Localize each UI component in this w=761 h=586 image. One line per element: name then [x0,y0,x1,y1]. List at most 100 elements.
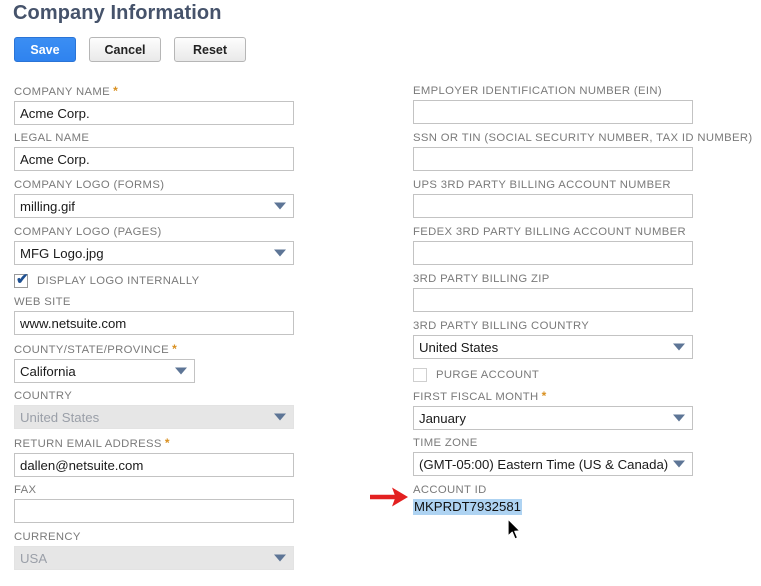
field-label-ups-3rd-party-billing-account-number: UPS 3RD PARTY BILLING ACCOUNT NUMBER [413,178,693,192]
checkbox-label-display-logo-internally: DISPLAY LOGO INTERNALLY [37,275,200,287]
chevron-down-icon[interactable] [274,249,286,257]
input-return-email-address[interactable]: dallen@netsuite.com [14,453,294,477]
select-company-logo-forms[interactable]: milling.gif [14,194,294,218]
field-value-company-logo-forms: milling.gif [20,198,75,214]
field-label-company-name: COMPANY NAME * [14,84,294,99]
form-field-fedex-3rd-party-billing-account-number: FEDEX 3RD PARTY BILLING ACCOUNT NUMBER [413,225,693,265]
field-value-return-email-address: dallen@netsuite.com [20,457,144,473]
field-label-text: COMPANY LOGO (PAGES) [14,226,162,238]
select-currency: USA [14,546,294,570]
field-label-county-state-province: COUNTY/STATE/PROVINCE * [14,342,195,357]
field-label-3rd-party-billing-zip: 3RD PARTY BILLING ZIP [413,272,693,286]
field-label-text: ACCOUNT ID [413,484,487,496]
reset-button[interactable]: Reset [174,37,246,62]
input-ups-3rd-party-billing-account-number[interactable] [413,194,693,218]
form-field-time-zone: TIME ZONE (GMT-05:00) Eastern Time (US & … [413,436,693,476]
cancel-button[interactable]: Cancel [89,37,161,62]
input-company-name[interactable]: Acme Corp. [14,101,294,125]
field-value-web-site: www.netsuite.com [20,315,127,331]
field-label-text: COUNTRY [14,390,73,402]
checkbox-display-logo-internally[interactable]: ✔ [14,271,29,288]
field-label-return-email-address: RETURN EMAIL ADDRESS * [14,436,294,451]
field-label-text: TIME ZONE [413,437,478,449]
field-value-currency: USA [20,550,48,566]
field-label-text: SSN OR TIN (SOCIAL SECURITY NUMBER, TAX … [413,132,753,144]
checkbox-row-purge-account[interactable]: PURGE ACCOUNT [413,366,539,384]
check-mark-icon: ✔ [16,271,29,288]
form-field-company-logo-forms: COMPANY LOGO (FORMS) milling.gif [14,178,294,218]
field-label-text: CURRENCY [14,531,81,543]
required-marker-icon: * [113,84,119,98]
chevron-down-icon[interactable] [274,413,286,421]
field-label-company-logo-pages: COMPANY LOGO (PAGES) [14,225,294,239]
field-value-company-logo-pages: MFG Logo.jpg [20,245,104,261]
form-field-employer-identification-number-ein: EMPLOYER IDENTIFICATION NUMBER (EIN) [413,84,693,124]
field-label-employer-identification-number-ein: EMPLOYER IDENTIFICATION NUMBER (EIN) [413,84,693,98]
select-3rd-party-billing-country[interactable]: United States [413,335,693,359]
field-label-account-id: ACCOUNT ID [413,483,522,497]
select-county-state-province[interactable]: California [14,359,195,383]
field-label-text: UPS 3RD PARTY BILLING ACCOUNT NUMBER [413,179,671,191]
required-marker-icon: * [541,389,547,403]
field-label-text: 3RD PARTY BILLING ZIP [413,273,550,285]
field-label-text: EMPLOYER IDENTIFICATION NUMBER (EIN) [413,85,663,97]
required-marker-icon: * [164,436,170,450]
form-field-legal-name: LEGAL NAME Acme Corp. [14,131,294,171]
input-web-site[interactable]: www.netsuite.com [14,311,294,335]
field-label-legal-name: LEGAL NAME [14,131,294,145]
field-value-company-name: Acme Corp. [20,105,90,121]
save-button[interactable]: Save [14,37,76,62]
form-field-3rd-party-billing-zip: 3RD PARTY BILLING ZIP [413,272,693,312]
field-label-fax: FAX [14,483,294,497]
field-label-text: FAX [14,484,37,496]
field-value-county-state-province: California [20,363,76,379]
chevron-down-icon[interactable] [673,460,685,468]
field-label-text: FIRST FISCAL MONTH [413,391,539,403]
chevron-down-icon[interactable] [673,343,685,351]
field-label-text: LEGAL NAME [14,132,90,144]
field-value-time-zone: (GMT-05:00) Eastern Time (US & Canada) [419,456,669,472]
field-value-legal-name: Acme Corp. [20,151,90,167]
field-label-ssn-or-tin-social-security-number-tax-id-number: SSN OR TIN (SOCIAL SECURITY NUMBER, TAX … [413,131,753,145]
form-action-buttons: Save Cancel Reset [14,37,246,62]
field-label-text: WEB SITE [14,296,71,308]
form-field-3rd-party-billing-country: 3RD PARTY BILLING COUNTRY United States [413,319,693,359]
form-field-ssn-or-tin-social-security-number-tax-id-number: SSN OR TIN (SOCIAL SECURITY NUMBER, TAX … [413,131,753,171]
field-label-text: FEDEX 3RD PARTY BILLING ACCOUNT NUMBER [413,226,686,238]
chevron-down-icon[interactable] [673,414,685,422]
select-time-zone[interactable]: (GMT-05:00) Eastern Time (US & Canada) [413,452,693,476]
chevron-down-icon[interactable] [274,202,286,210]
field-label-company-logo-forms: COMPANY LOGO (FORMS) [14,178,294,192]
form-field-county-state-province: COUNTY/STATE/PROVINCE * California [14,342,195,383]
chevron-down-icon[interactable] [175,367,187,375]
red-right-arrow-icon [370,487,408,507]
field-value-account-id[interactable]: MKPRDT7932581 [413,499,523,515]
form-field-company-logo-pages: COMPANY LOGO (PAGES) MFG Logo.jpg [14,225,294,265]
checkbox-row-display-logo-internally[interactable]: ✔ DISPLAY LOGO INTERNALLY [14,272,200,290]
input-fedex-3rd-party-billing-account-number[interactable] [413,241,693,265]
mouse-pointer-icon [507,518,521,540]
field-value-3rd-party-billing-country: United States [419,339,499,355]
field-label-text: COMPANY NAME [14,86,111,98]
checkbox-purge-account[interactable] [413,368,427,382]
field-label-currency: CURRENCY [14,530,294,544]
form-field-web-site: WEB SITE www.netsuite.com [14,295,294,335]
select-first-fiscal-month[interactable]: January [413,406,693,430]
form-field-company-name: COMPANY NAME * Acme Corp. [14,84,294,125]
field-label-country: COUNTRY [14,389,294,403]
input-ssn-or-tin-social-security-number-tax-id-number[interactable] [413,147,693,171]
field-label-first-fiscal-month: FIRST FISCAL MONTH * [413,389,693,404]
field-label-text: COMPANY LOGO (FORMS) [14,179,165,191]
input-fax[interactable] [14,499,294,523]
input-employer-identification-number-ein[interactable] [413,100,693,124]
form-field-country: COUNTRY United States [14,389,294,429]
select-company-logo-pages[interactable]: MFG Logo.jpg [14,241,294,265]
select-country: United States [14,405,294,429]
input-legal-name[interactable]: Acme Corp. [14,147,294,171]
form-field-currency: CURRENCY USA [14,530,294,570]
chevron-down-icon[interactable] [274,554,286,562]
required-marker-icon: * [172,342,178,356]
field-label-time-zone: TIME ZONE [413,436,693,450]
input-3rd-party-billing-zip[interactable] [413,288,693,312]
field-value-first-fiscal-month: January [419,410,466,426]
